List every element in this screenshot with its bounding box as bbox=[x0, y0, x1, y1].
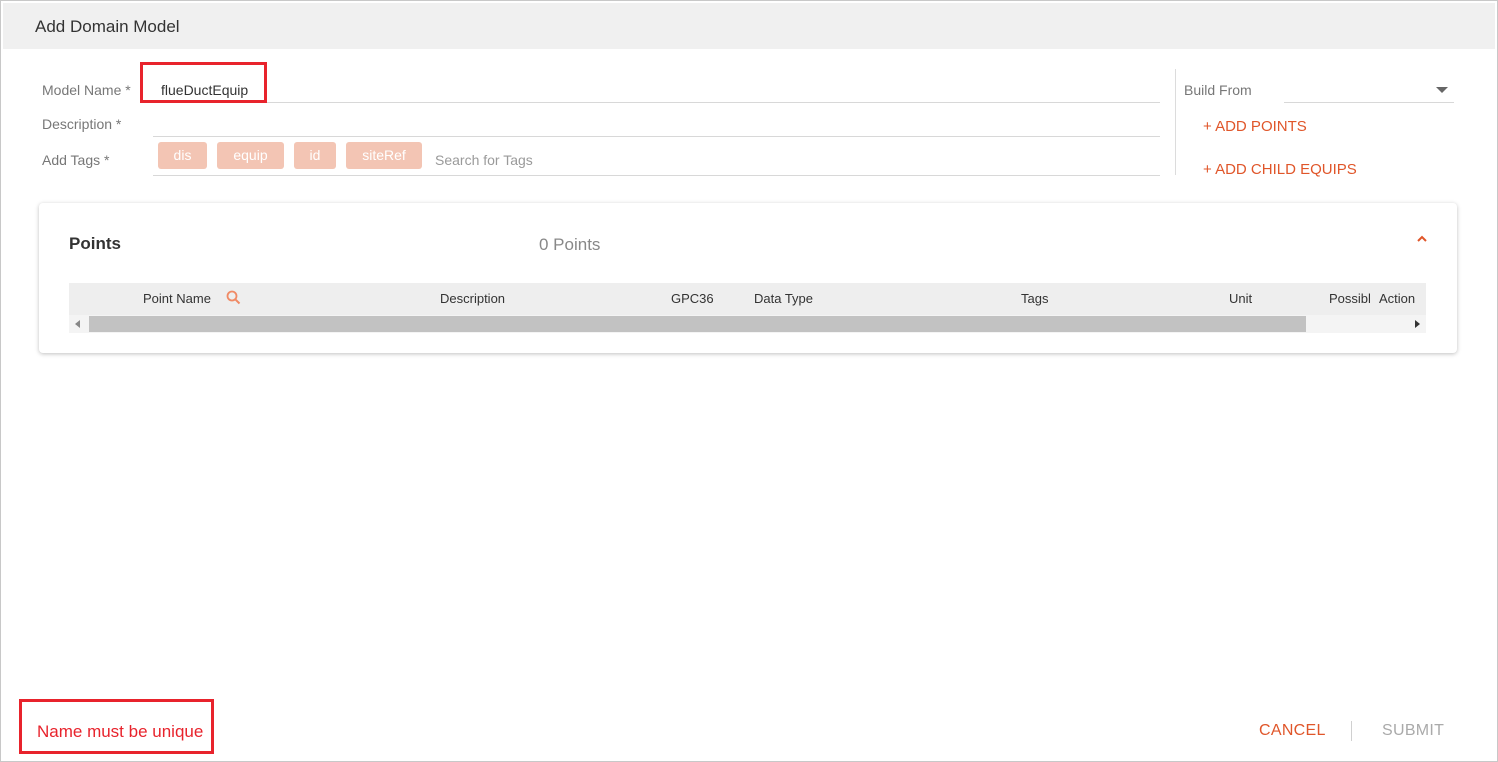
add-tags-label: Add Tags * bbox=[42, 152, 110, 168]
add-domain-model-dialog: Add Domain Model Model Name * flueDuctEq… bbox=[0, 0, 1498, 762]
error-message: Name must be unique bbox=[37, 722, 204, 741]
column-unit[interactable]: Unit bbox=[1229, 291, 1252, 306]
scrollbar-thumb[interactable] bbox=[89, 316, 1306, 332]
submit-button[interactable]: SUBMIT bbox=[1382, 722, 1444, 740]
points-table-header: Point Name Description GPC36 Data Type T… bbox=[69, 283, 1426, 315]
add-points-button[interactable]: + ADD POINTS bbox=[1203, 118, 1307, 135]
tag-chip-equip[interactable]: equip bbox=[217, 142, 284, 169]
description-input[interactable] bbox=[153, 136, 1160, 137]
scroll-right-icon[interactable] bbox=[1415, 320, 1420, 328]
cancel-button[interactable]: CANCEL bbox=[1259, 722, 1326, 740]
tag-chip-id[interactable]: id bbox=[294, 142, 336, 169]
horizontal-scrollbar[interactable] bbox=[69, 315, 1426, 333]
vertical-divider bbox=[1175, 69, 1176, 175]
model-name-underline bbox=[153, 102, 1160, 103]
tags-underline bbox=[153, 175, 1160, 176]
column-point-name[interactable]: Point Name bbox=[143, 291, 211, 306]
tag-chip-siteref[interactable]: siteRef bbox=[346, 142, 422, 169]
search-icon[interactable] bbox=[225, 289, 243, 307]
column-action[interactable]: Action bbox=[1379, 291, 1415, 306]
footer-divider bbox=[1351, 721, 1352, 741]
tag-search-input[interactable]: Search for Tags bbox=[435, 152, 533, 168]
column-data-type[interactable]: Data Type bbox=[754, 291, 813, 306]
build-from-select[interactable] bbox=[1284, 77, 1454, 103]
dialog-header: Add Domain Model bbox=[3, 3, 1495, 49]
description-label: Description * bbox=[42, 116, 122, 132]
error-highlight: Name must be unique bbox=[19, 699, 214, 754]
column-description[interactable]: Description bbox=[440, 291, 505, 306]
build-from-label: Build From bbox=[1184, 82, 1252, 98]
chevron-up-icon[interactable] bbox=[1416, 233, 1428, 245]
dialog-title: Add Domain Model bbox=[35, 17, 180, 36]
model-name-label: Model Name * bbox=[42, 82, 131, 98]
points-title: Points bbox=[69, 234, 121, 253]
column-possible-values[interactable]: Possibl bbox=[1329, 291, 1377, 306]
scroll-left-icon[interactable] bbox=[75, 320, 80, 328]
chevron-down-icon bbox=[1436, 87, 1448, 93]
column-gpc36[interactable]: GPC36 bbox=[671, 291, 714, 306]
model-name-error-highlight bbox=[140, 62, 267, 103]
add-child-equips-button[interactable]: + ADD CHILD EQUIPS bbox=[1203, 161, 1357, 178]
tag-chip-dis[interactable]: dis bbox=[158, 142, 207, 169]
points-count: 0 Points bbox=[539, 235, 601, 254]
column-tags[interactable]: Tags bbox=[1021, 291, 1048, 306]
points-panel: Points 0 Points Point Name Description G… bbox=[39, 203, 1457, 353]
